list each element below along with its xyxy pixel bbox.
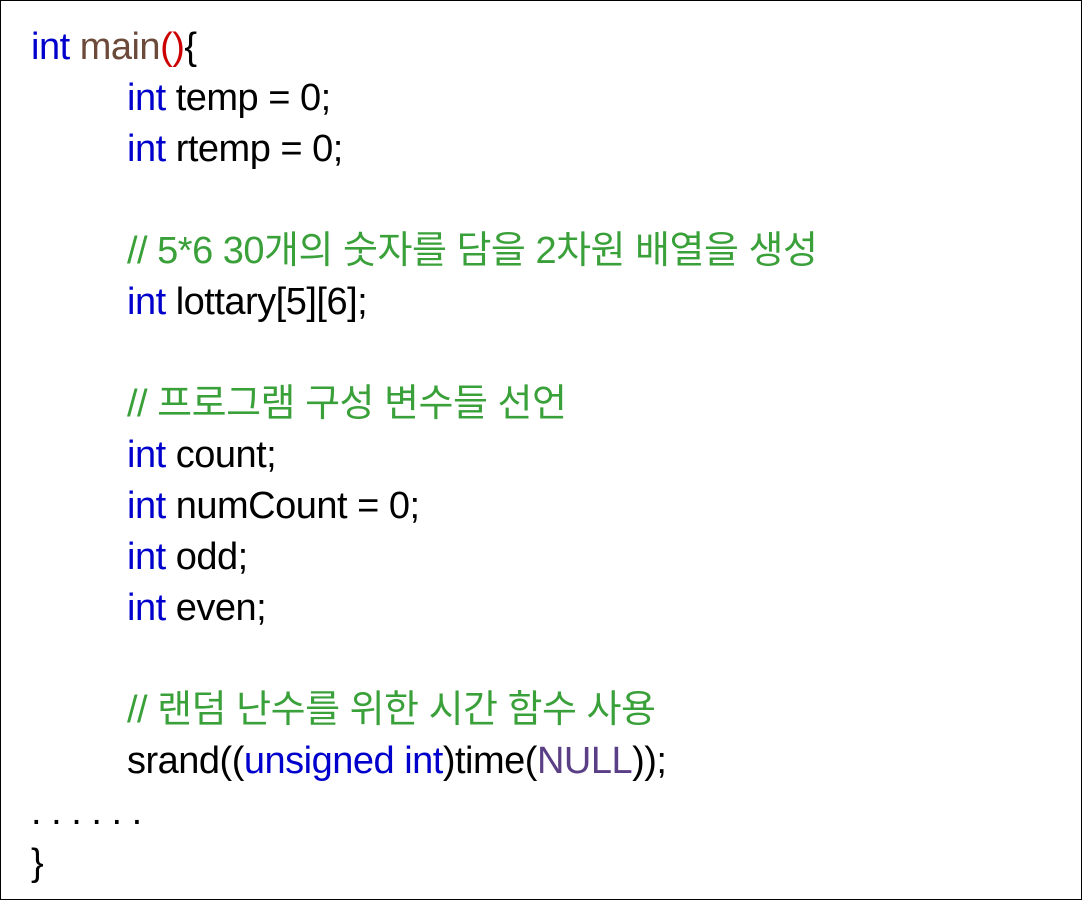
statement-text: odd; (165, 536, 248, 578)
keyword: int (127, 128, 166, 170)
code-slide: int main(){ int temp = 0; int rtemp = 0;… (0, 0, 1082, 900)
code-comment-random: // 랜덤 난수를 위한 시간 함수 사용 (31, 685, 817, 736)
open-brace: { (184, 26, 197, 68)
code-line-odd: int odd; (31, 532, 817, 583)
keyword: int (127, 536, 166, 578)
keyword: unsigned (243, 740, 395, 782)
comment: // 프로그램 구성 변수들 선언 (127, 383, 567, 425)
code-line-count: int count; (31, 430, 817, 481)
comment: // 5*6 30개의 숫자를 담을 2차원 배열을 생성 (127, 230, 818, 272)
code-line-rtemp: int rtemp = 0; (31, 124, 817, 175)
statement-text: srand(( (127, 740, 244, 782)
parentheses: () (160, 26, 185, 68)
statement-text: even; (165, 587, 267, 629)
code-line-even: int even; (31, 583, 817, 634)
statement-text: count; (165, 434, 277, 476)
code-line-lottary: int lottary[5][6]; (31, 277, 817, 328)
ellipsis: . . . . . . (31, 791, 142, 833)
null-constant: NULL (536, 740, 633, 782)
statement-text: )); (632, 740, 667, 782)
code-line-temp: int temp = 0; (31, 73, 817, 124)
statement-text: lottary[5][6]; (165, 281, 368, 323)
code-line-main: int main(){ (31, 22, 817, 73)
keyword: int (127, 281, 166, 323)
comment: // 랜덤 난수를 위한 시간 함수 사용 (127, 689, 656, 731)
code-block: int main(){ int temp = 0; int rtemp = 0;… (31, 22, 818, 889)
statement-text: rtemp = 0; (165, 128, 344, 170)
keyword: int (127, 77, 166, 119)
code-comment-variables: // 프로그램 구성 변수들 선언 (31, 379, 817, 430)
keyword: int (31, 26, 70, 68)
function-name: main (69, 26, 161, 68)
statement-text: numCount = 0; (165, 485, 420, 527)
keyword: int (127, 485, 166, 527)
code-line-close-brace: } (31, 838, 817, 889)
code-comment-array: // 5*6 30개의 숫자를 담을 2차원 배열을 생성 (31, 226, 818, 277)
statement-text: temp = 0; (165, 77, 332, 119)
keyword: int (127, 434, 166, 476)
close-brace: } (31, 842, 44, 884)
ellipsis-line: . . . . . . (31, 787, 817, 838)
keyword: int (127, 587, 166, 629)
code-line-numcount: int numCount = 0; (31, 481, 817, 532)
code-line-srand: srand((unsigned int)time(NULL)); (31, 736, 817, 787)
keyword: int (404, 740, 443, 782)
statement-text: )time( (442, 740, 538, 782)
